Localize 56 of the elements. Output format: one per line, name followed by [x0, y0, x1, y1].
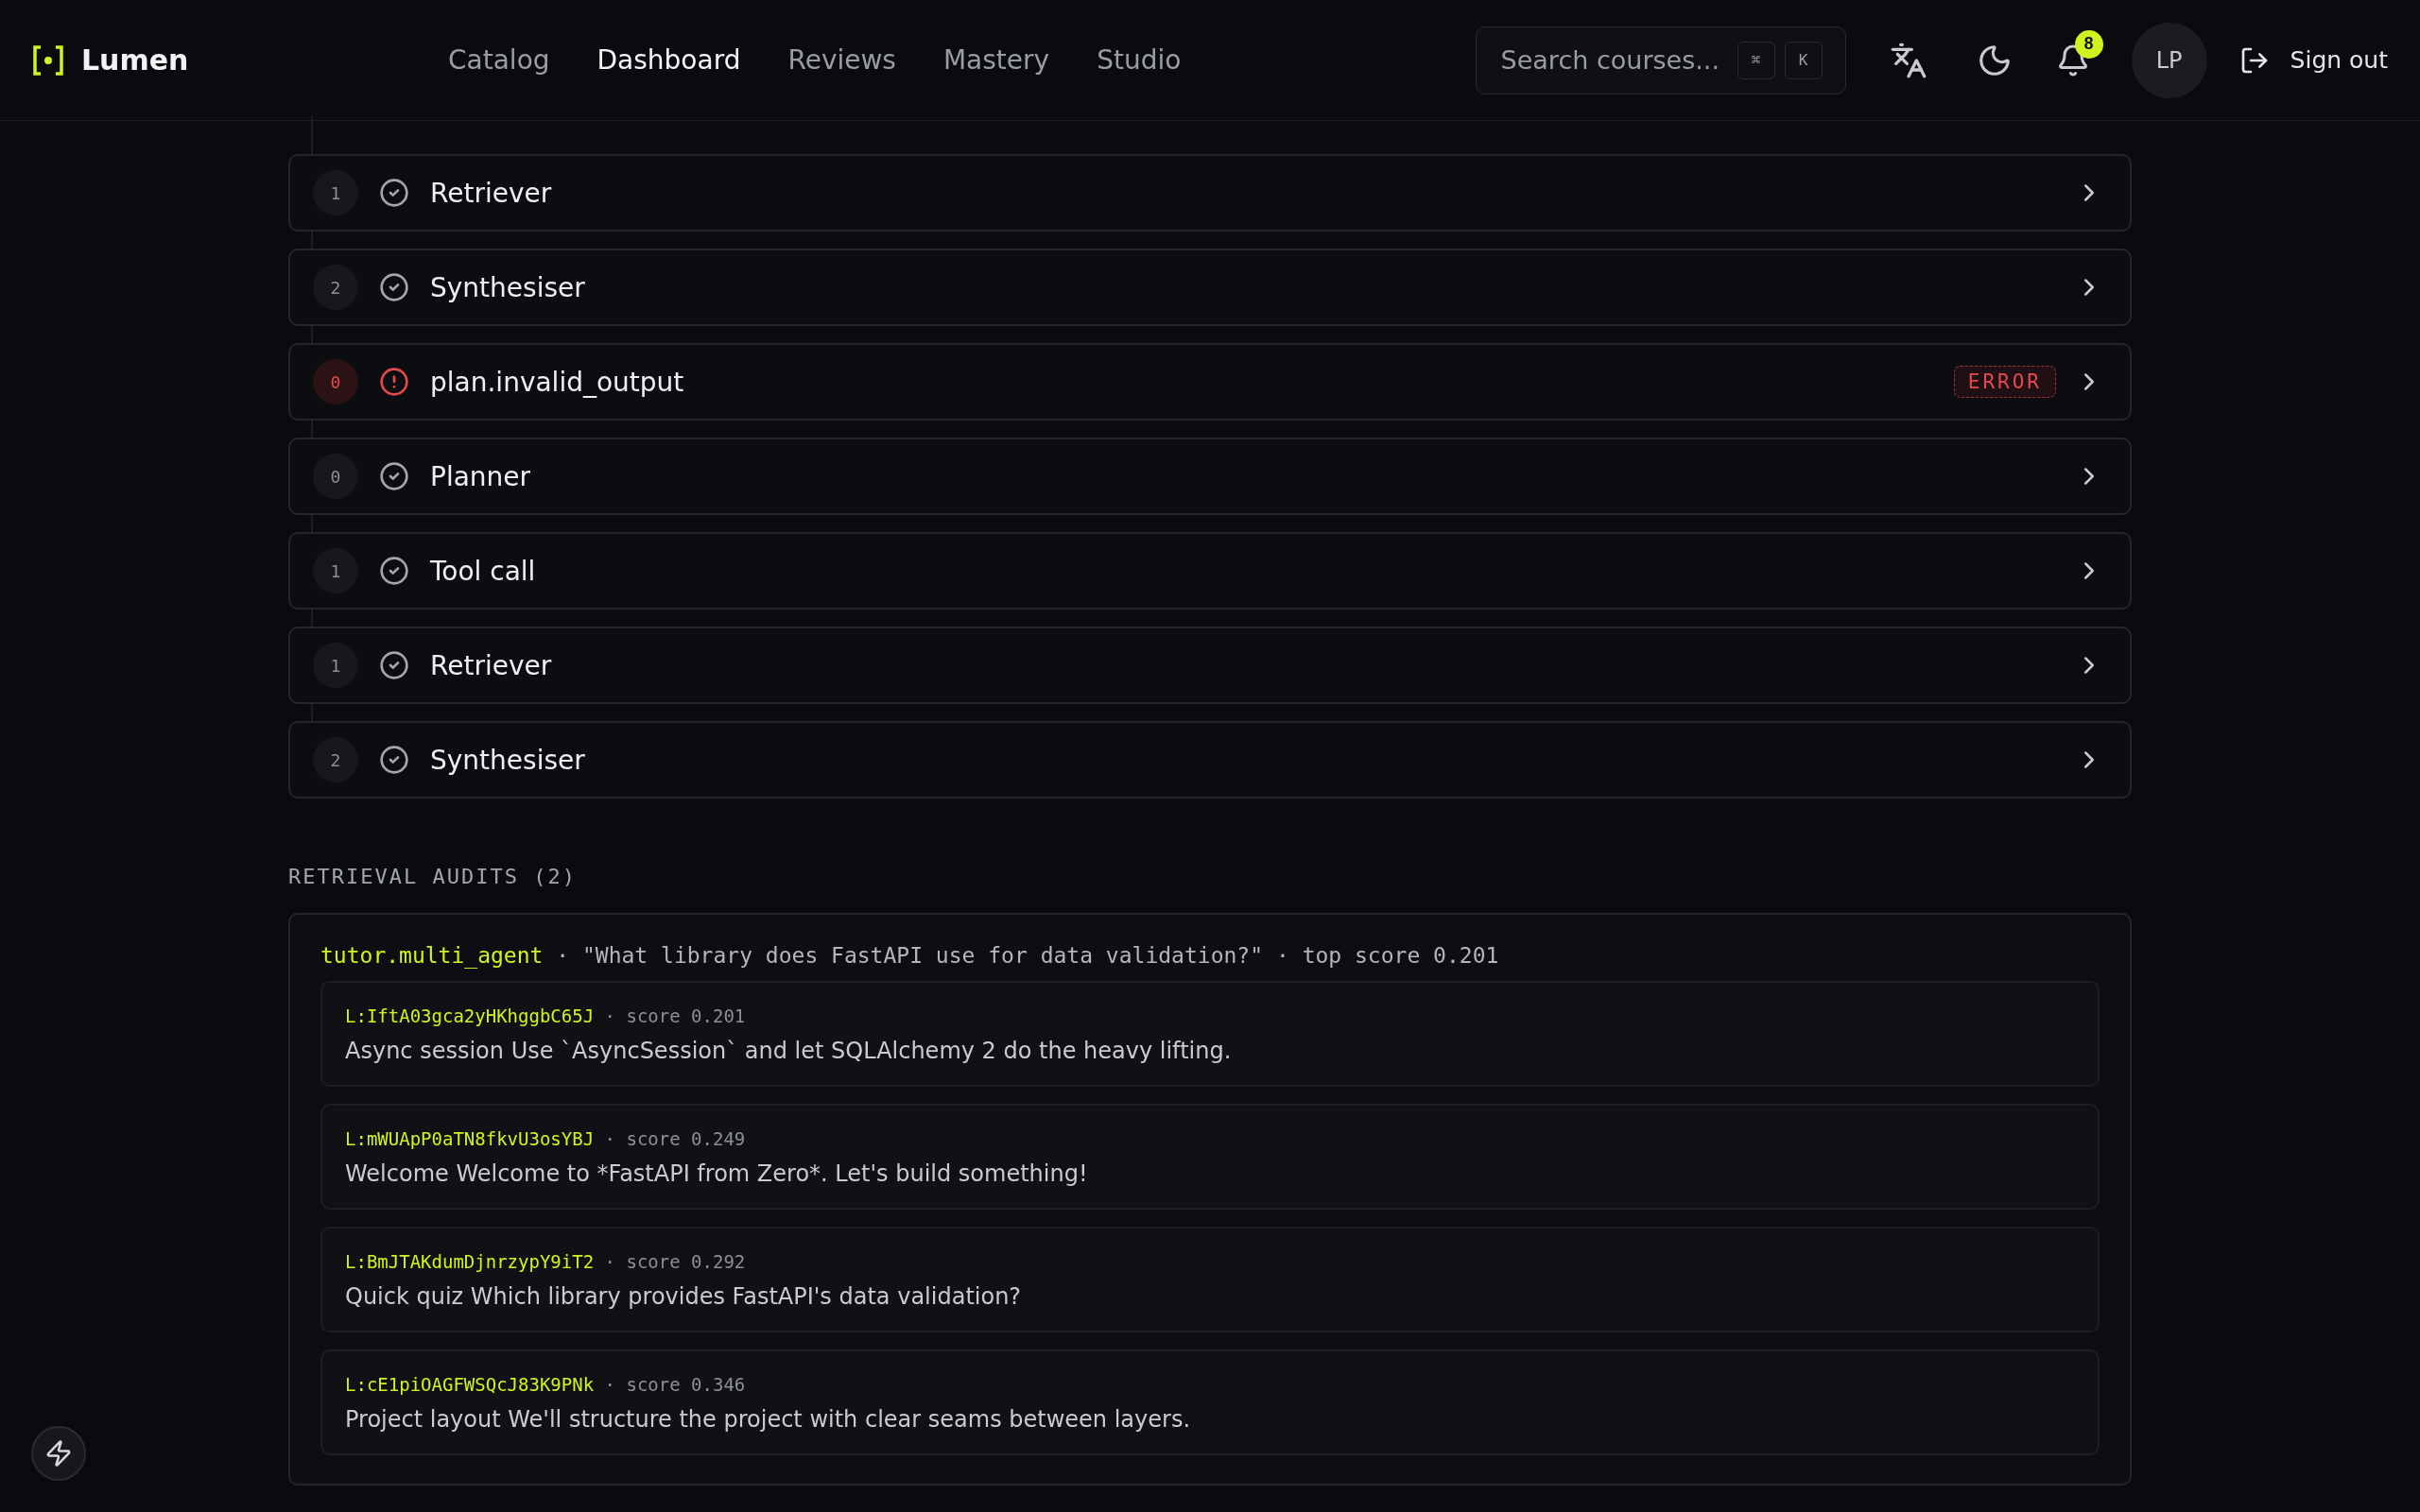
chunk-text: Quick quiz Which library provides FastAPI's data validation? — [345, 1283, 1023, 1310]
step-index: 2 — [313, 737, 358, 782]
check-icon — [379, 745, 409, 775]
notification-count: 8 — [2074, 29, 2103, 59]
step-label: Retriever — [430, 649, 553, 681]
chunk-text: Async session Use `AsyncSession` and let SQLAlchemy 2 do the heavy lifting. — [345, 1038, 1233, 1064]
shortcut-key: K — [1784, 41, 1823, 79]
trace-step-row[interactable]: 1 Retriever — [288, 627, 2132, 704]
step-label: Synthesiser — [430, 271, 586, 303]
step-label: Tool call — [430, 555, 537, 587]
trace-step-row[interactable]: 0 Planner — [288, 438, 2132, 515]
check-icon — [379, 461, 409, 491]
step-label: Planner — [430, 460, 532, 492]
user-avatar[interactable]: LP — [2131, 22, 2207, 98]
notifications-button[interactable]: 8 — [2042, 29, 2103, 91]
translate-icon — [1889, 41, 1927, 79]
chunk-text: Welcome Welcome to *FastAPI from Zero*. Let's build something! — [345, 1160, 1089, 1187]
alert-icon — [379, 367, 409, 397]
trace-step-row[interactable]: 0 plan.invalid_output ERROR — [288, 343, 2132, 421]
nav-link[interactable]: Mastery — [942, 44, 1050, 76]
chunk-meta: L:mWUApP0aTN8fkvU3osYBJ · score 0.249 — [345, 1128, 747, 1149]
chunk-text: Project layout We'll structure the project with clear seams between layers. — [345, 1406, 1191, 1433]
nav-link[interactable]: Reviews — [787, 44, 896, 76]
search-field[interactable]: Search courses... ⌘ K — [1475, 26, 1846, 94]
trace-step-row[interactable]: 1 Tool call — [288, 532, 2132, 610]
check-icon — [379, 272, 409, 302]
chunk-meta: L:IftA03gca2yHKhggbC65J · score 0.201 — [345, 1005, 747, 1026]
logo-icon — [32, 43, 64, 77]
search-input[interactable]: Search courses... — [1498, 44, 1728, 76]
brand-name[interactable]: Lumen — [81, 43, 189, 77]
chunk-meta: L:cE1piOAGFWSQcJ83K9PNk · score 0.346 — [345, 1374, 747, 1395]
trace-step-row[interactable]: 2 Synthesiser — [288, 249, 2132, 326]
check-icon — [379, 650, 409, 680]
step-index: 0 — [313, 454, 358, 499]
trace-step-row[interactable]: 2 Synthesiser — [288, 721, 2132, 799]
section-title: RETRIEVAL AUDITS (2) — [288, 865, 578, 888]
nav-link[interactable]: Catalog — [448, 44, 550, 76]
error-tag: ERROR — [1953, 366, 2056, 398]
step-label: plan.invalid_output — [430, 366, 685, 398]
chunk-meta: L:BmJTAKdumDjnrzypY9iT2 · score 0.292 — [345, 1251, 747, 1272]
check-icon — [379, 556, 409, 586]
step-index: 0 — [313, 359, 358, 404]
check-icon — [379, 178, 409, 208]
step-label: Retriever — [430, 177, 553, 209]
step-label: Synthesiser — [430, 744, 586, 776]
sign-out-button[interactable]: Sign out — [2238, 44, 2388, 76]
step-index: 2 — [313, 265, 358, 310]
shortcut-key: ⌘ — [1737, 41, 1775, 79]
trace-step-row[interactable]: 1 Retriever — [288, 154, 2132, 232]
step-index: 1 — [313, 170, 358, 215]
step-index: 1 — [313, 643, 358, 688]
nav-link[interactable]: Studio — [1097, 44, 1182, 76]
nav-link[interactable]: Dashboard — [596, 44, 741, 76]
lightning-icon — [44, 1439, 73, 1468]
step-index: 1 — [313, 548, 358, 593]
audit-query-line: tutor.multi_agent · "What library does FastAPI use for data validation?" · top score 0.201 — [320, 943, 1500, 968]
